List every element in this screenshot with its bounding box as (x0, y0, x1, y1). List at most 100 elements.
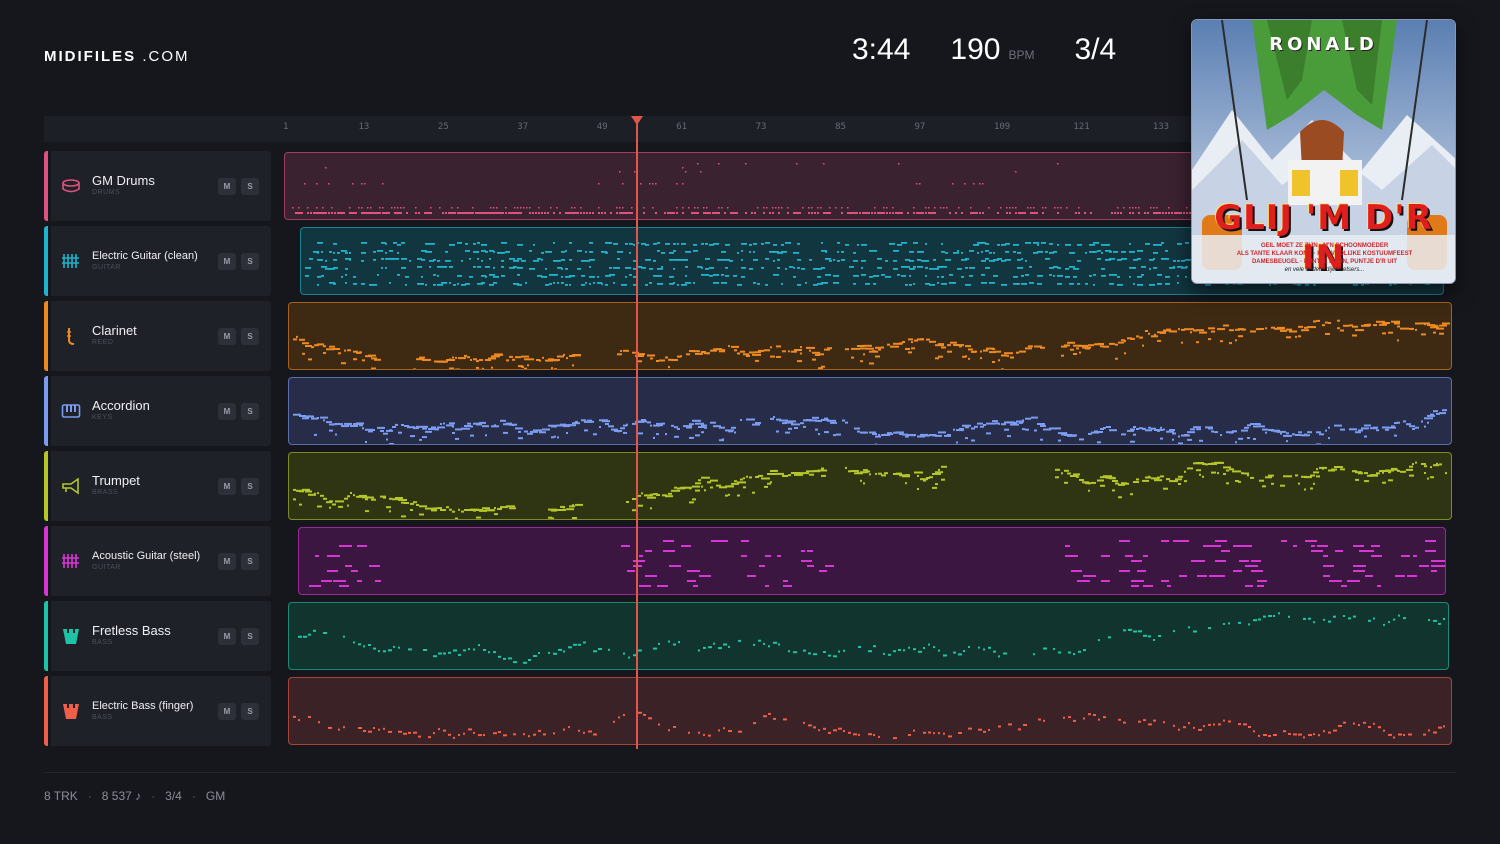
bass-icon (61, 701, 81, 721)
album-line: DAMESBEUGEL · PUNTJE D'R IN, PUNTJE D'R … (1251, 259, 1398, 265)
track-lane[interactable] (288, 602, 1449, 670)
track-header[interactable]: Trumpet BRASS M S (44, 451, 271, 521)
guitar-grid-icon (61, 551, 81, 571)
separator: · (87, 789, 92, 803)
track-name: Electric Bass (finger) (92, 700, 194, 712)
ruler-tick: 85 (835, 122, 846, 132)
track-category: BASS (92, 714, 113, 721)
track-category: REED (92, 339, 114, 346)
divider (48, 451, 51, 521)
track-header[interactable]: Acoustic Guitar (steel) GUITAR M S (44, 526, 271, 596)
divider (48, 526, 51, 596)
divider (44, 772, 1456, 773)
ruler-tick: 73 (755, 122, 767, 132)
track-name: Clarinet (92, 323, 137, 338)
ruler-tick: 13 (358, 122, 370, 132)
track-category: BASS (92, 639, 113, 646)
album-cover: RONALD GLIJ 'M D'R IN GEIL MOET ZE ZIJN … (1191, 19, 1456, 284)
note-pattern (293, 409, 1447, 444)
bpm-unit: BPM (1008, 48, 1035, 62)
mute-button[interactable]: M (218, 478, 236, 495)
solo-button[interactable]: S (241, 178, 259, 195)
solo-button[interactable]: S (241, 403, 259, 420)
duration-value: 3:44 (852, 33, 911, 66)
ruler-tick: 97 (914, 122, 926, 132)
divider (48, 301, 51, 371)
track-lane[interactable] (288, 302, 1452, 370)
midi-standard: GM (205, 789, 226, 803)
album-line: GEIL MOET ZE ZIJN · M'N SCHOONMOEDER (1260, 243, 1389, 249)
album-artist: RONALD (1269, 34, 1378, 55)
divider (48, 151, 51, 221)
mute-button[interactable]: M (218, 178, 236, 195)
solo-button[interactable]: S (241, 703, 259, 720)
track-header[interactable]: Electric Guitar (clean) GUITAR M S (44, 226, 271, 296)
bass-icon (61, 626, 81, 646)
track-lane[interactable] (298, 527, 1446, 595)
separator: · (151, 789, 156, 803)
divider (48, 601, 51, 671)
solo-button[interactable]: S (241, 253, 259, 270)
ruler-tick: 61 (676, 122, 688, 132)
track-header[interactable]: Clarinet REED M S (44, 301, 271, 371)
track-header[interactable]: Electric Bass (finger) BASS M S (44, 676, 271, 746)
solo-button[interactable]: S (241, 553, 259, 570)
bpm-value: 190 (950, 33, 1001, 66)
track-name: Fretless Bass (92, 623, 171, 638)
note-pattern (298, 612, 1445, 664)
mute-button[interactable]: M (218, 553, 236, 570)
brand-logo[interactable]: MIDIFILES .COM (44, 48, 190, 65)
footer-time-signature: 3/4 (165, 789, 182, 803)
track-category: BRASS (92, 489, 119, 496)
track-category: DRUMS (92, 189, 121, 196)
note-pattern (293, 461, 1447, 519)
track-name: Electric Guitar (clean) (92, 250, 198, 262)
ruler-tick: 121 (1073, 122, 1090, 132)
track-category: GUITAR (92, 564, 121, 571)
clarinet-icon (61, 326, 81, 346)
mute-button[interactable]: M (218, 253, 236, 270)
track-header[interactable]: Accordion KEYS M S (44, 376, 271, 446)
mute-button[interactable]: M (218, 403, 236, 420)
track-name: Acoustic Guitar (steel) (92, 550, 201, 562)
ruler-tick: 133 (1152, 122, 1170, 132)
ruler-tick: 49 (596, 122, 608, 132)
note-count: 8 537 ♪ (101, 789, 142, 803)
drum-icon (61, 176, 81, 196)
mute-button[interactable]: M (218, 628, 236, 645)
divider (48, 676, 51, 746)
track-header[interactable]: GM Drums DRUMS M S (44, 151, 271, 221)
track-count: 8 TRK (44, 789, 78, 803)
track-lane[interactable] (288, 377, 1452, 445)
ruler-tick: 1 (283, 122, 289, 132)
trumpet-icon (61, 476, 81, 496)
song-stats: 3:44 190 BPM 3/4 (852, 33, 1116, 67)
track-lane[interactable] (288, 452, 1452, 520)
guitar-grid-icon (61, 251, 81, 271)
note-pattern (293, 319, 1450, 369)
ruler-tick: 109 (993, 122, 1011, 132)
time-signature-value: 3/4 (1074, 33, 1117, 66)
track-name: Accordion (92, 398, 150, 413)
album-line: en vele andere dijenkletsers... (1284, 267, 1365, 273)
track-header[interactable]: Fretless Bass BASS M S (44, 601, 271, 671)
mute-button[interactable]: M (218, 328, 236, 345)
track-lane[interactable] (288, 677, 1452, 745)
solo-button[interactable]: S (241, 478, 259, 495)
playhead[interactable] (635, 122, 638, 749)
keyboard-icon (61, 401, 81, 421)
separator: · (191, 789, 196, 803)
divider (48, 226, 51, 296)
note-pattern (309, 540, 1445, 587)
solo-button[interactable]: S (241, 328, 259, 345)
divider (48, 376, 51, 446)
ruler-tick: 37 (517, 122, 529, 132)
ruler-tick: 25 (437, 122, 449, 132)
mute-button[interactable]: M (218, 703, 236, 720)
track-category: KEYS (92, 414, 113, 421)
playhead-handle[interactable] (630, 116, 643, 125)
track-name: GM Drums (92, 173, 155, 188)
album-line: ALS TANTE KLAAR KOMT · HET VROLIJKE KOST… (1236, 251, 1413, 257)
track-name: Trumpet (92, 473, 140, 488)
solo-button[interactable]: S (241, 628, 259, 645)
